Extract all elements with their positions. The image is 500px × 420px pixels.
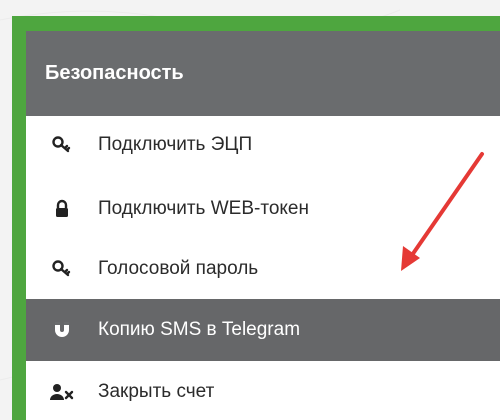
security-menu-panel: Безопасность Подключить ЭЦП Подключить W… [26,31,500,420]
lock-icon [48,198,76,220]
menu-item-label: Подключить ЭЦП [98,134,253,155]
menu-item-connect-ecp[interactable]: Подключить ЭЦП [26,116,500,174]
magnet-icon [48,319,76,341]
menu-item-sms-telegram[interactable]: Копию SMS в Telegram [26,299,500,361]
menu-item-close-account[interactable]: Закрыть счет [26,361,500,420]
menu-item-label: Копию SMS в Telegram [98,319,301,340]
menu-item-label: Подключить WEB-токен [98,198,309,219]
menu-item-label: Голосовой пароль [98,258,259,279]
key-icon [48,258,76,280]
menu-item-label: Закрыть счет [98,381,215,402]
menu-header: Безопасность [26,31,500,116]
menu-item-connect-web-token[interactable]: Подключить WEB-токен [26,180,500,238]
key-icon [48,134,76,156]
user-remove-icon [48,381,76,403]
menu-item-voice-password[interactable]: Голосовой пароль [26,240,500,298]
screenshot-stage: Безопасность Подключить ЭЦП Подключить W… [0,0,500,420]
